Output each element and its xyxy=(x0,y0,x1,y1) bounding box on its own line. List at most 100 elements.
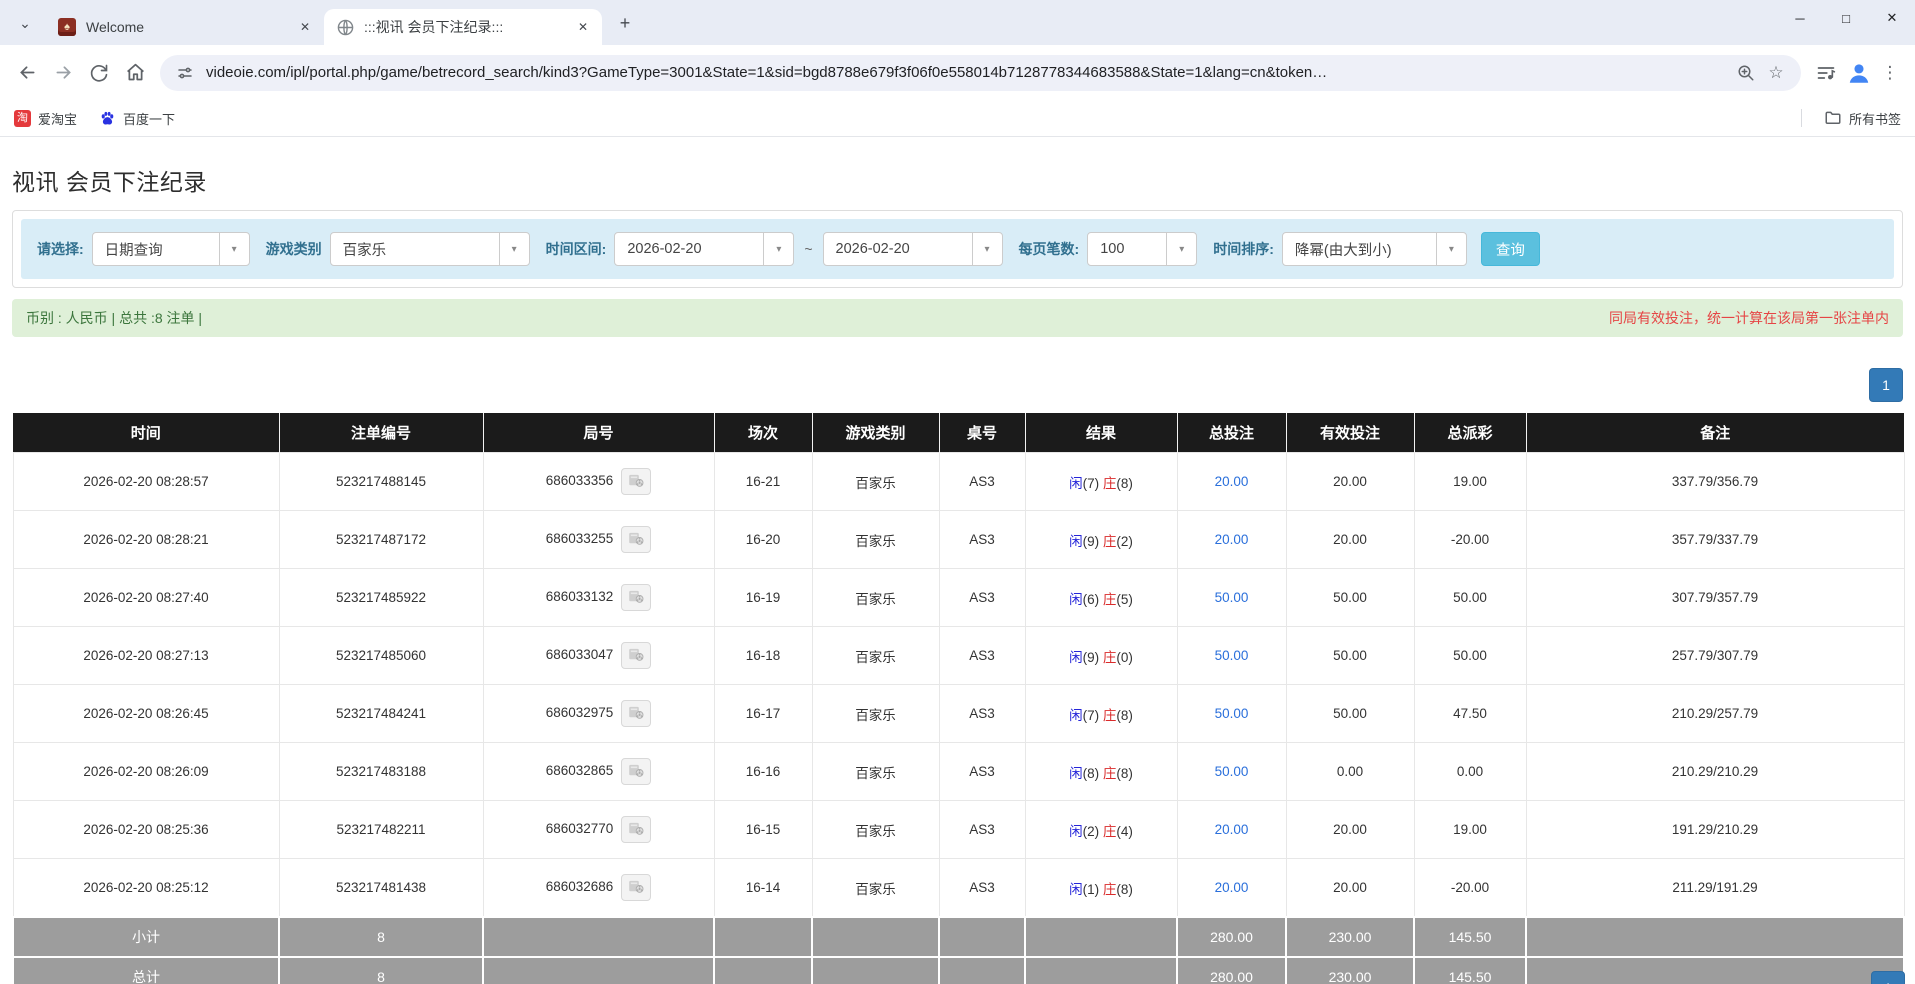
date-range-tilde: ~ xyxy=(804,241,813,257)
game-type-label: 游戏类别 xyxy=(265,241,322,257)
result-banker-score: (8) xyxy=(1116,707,1133,723)
search-button[interactable]: 查询 xyxy=(1480,232,1540,266)
bookmark-baidu[interactable]: 百度一下 xyxy=(99,109,175,128)
session-cell: 16-16 xyxy=(713,742,813,801)
pagination-top: 1 xyxy=(12,368,1903,402)
profile-avatar[interactable] xyxy=(1845,59,1873,87)
refresh-icon[interactable] xyxy=(82,56,116,90)
table-number-cell: AS3 xyxy=(938,742,1026,801)
session-cell: 16-20 xyxy=(713,510,813,569)
payout-cell: 47.50 xyxy=(1413,684,1527,743)
total-bet-link[interactable]: 20.00 xyxy=(1215,822,1249,837)
table-row: 2026-02-20 08:25:12 523217481438 686032686… xyxy=(12,858,1905,918)
video-replay-button[interactable] xyxy=(621,526,652,553)
all-bookmarks-button[interactable]: 所有书签 xyxy=(1824,109,1901,128)
tab-welcome[interactable]: ♠ Welcome ✕ xyxy=(46,9,324,45)
forward-icon[interactable] xyxy=(46,56,80,90)
session-cell: 16-21 xyxy=(713,452,813,511)
valid-bet-cell: 20.00 xyxy=(1285,510,1415,569)
table-row: 2026-02-20 08:26:45 523217484241 686032975… xyxy=(12,684,1905,743)
video-replay-button[interactable] xyxy=(621,642,652,669)
video-replay-button[interactable] xyxy=(621,758,652,785)
result-cell: 闲(9) 庄(2) xyxy=(1024,510,1178,569)
table-number-cell: AS3 xyxy=(938,510,1026,569)
video-replay-button[interactable] xyxy=(621,584,652,611)
total-bet-sum-cell: 280.00 xyxy=(1176,916,1287,958)
bookmark-star-icon[interactable]: ☆ xyxy=(1761,58,1791,88)
subtotal-row: 小计 8 280.00 230.00 145.50 xyxy=(12,916,1905,958)
date-to-select[interactable]: 2026-02-20 ▾ xyxy=(822,232,1003,266)
welcome-favicon-icon: ♠ xyxy=(58,18,76,36)
empty-cell xyxy=(938,916,1026,958)
column-header: 场次 xyxy=(714,413,813,453)
bet-records-table: 时间 注单编号 局号 场次 游戏类别 桌号 结果 总投注 有效投注 总派彩 备注 2026-02-2… xyxy=(12,413,1905,984)
round-number-cell: 686032865 xyxy=(482,742,715,801)
query-type-select[interactable]: 日期查询 ▾ xyxy=(91,232,250,266)
back-icon[interactable] xyxy=(10,56,44,90)
session-cell: 16-18 xyxy=(713,626,813,685)
home-icon[interactable] xyxy=(118,56,152,90)
date-from-select[interactable]: 2026-02-20 ▾ xyxy=(614,232,795,266)
result-player-label: 闲 xyxy=(1069,707,1083,723)
tab-betrecord[interactable]: :::视讯 会员下注纪录::: ✕ xyxy=(324,9,602,45)
bet-number-cell: 523217484241 xyxy=(278,684,484,743)
valid-bet-cell: 0.00 xyxy=(1285,742,1415,801)
video-replay-button[interactable] xyxy=(621,468,652,495)
round-number: 686033047 xyxy=(545,647,614,663)
empty-cell xyxy=(713,916,813,958)
page-1-button[interactable]: 1 xyxy=(1871,971,1905,984)
total-bet-link[interactable]: 50.00 xyxy=(1215,648,1249,663)
sort-select[interactable]: 降幂(由大到小) ▾ xyxy=(1281,232,1467,266)
result-banker-label: 庄 xyxy=(1102,649,1117,665)
tab-close-icon[interactable]: ✕ xyxy=(574,18,592,36)
result-banker-score: (8) xyxy=(1116,765,1133,781)
maximize-button[interactable]: □ xyxy=(1823,0,1869,36)
bookmark-aitaobao[interactable]: 淘 爱淘宝 xyxy=(14,109,77,128)
sort-label: 时间排序: xyxy=(1213,241,1274,257)
total-bet-link[interactable]: 20.00 xyxy=(1215,474,1249,489)
tab-search-chevron-icon[interactable]: ⌄ xyxy=(10,8,40,38)
page-1-button[interactable]: 1 xyxy=(1869,368,1903,402)
new-tab-button[interactable]: + xyxy=(610,8,640,38)
round-number-cell: 686032770 xyxy=(482,800,715,859)
menu-kebab-icon[interactable]: ⋮ xyxy=(1875,58,1905,88)
url-text[interactable]: videoie.com/ipl/portal.php/game/betrecor… xyxy=(200,64,1731,81)
site-info-icon[interactable] xyxy=(170,58,200,88)
close-window-button[interactable]: ✕ xyxy=(1869,0,1915,36)
video-replay-button[interactable] xyxy=(621,816,652,843)
bet-number-cell: 523217485922 xyxy=(278,568,484,627)
result-player-label: 闲 xyxy=(1069,649,1083,665)
result-player-score: (6) xyxy=(1082,591,1100,607)
minimize-button[interactable]: ─ xyxy=(1777,0,1823,36)
total-bet-link[interactable]: 50.00 xyxy=(1215,590,1249,605)
game-type-cell: 百家乐 xyxy=(811,858,940,918)
game-type-select[interactable]: 百家乐 ▾ xyxy=(329,232,530,266)
result-player-label: 闲 xyxy=(1069,881,1083,897)
address-bar[interactable]: videoie.com/ipl/portal.php/game/betrecor… xyxy=(160,54,1801,91)
total-bet-link[interactable]: 50.00 xyxy=(1215,706,1249,721)
column-header: 游戏类别 xyxy=(812,413,940,453)
total-bet-link[interactable]: 50.00 xyxy=(1215,764,1249,779)
bookmark-label: 爱淘宝 xyxy=(38,111,78,127)
zoom-icon[interactable] xyxy=(1731,58,1761,88)
per-page-select[interactable]: 100 ▾ xyxy=(1087,232,1198,266)
total-bet-link[interactable]: 20.00 xyxy=(1215,532,1249,547)
total-label-cell: 小计 xyxy=(12,916,280,958)
tab-close-icon[interactable]: ✕ xyxy=(296,18,314,36)
media-controls-icon[interactable] xyxy=(1809,56,1843,90)
video-replay-button[interactable] xyxy=(621,874,652,901)
tab-title: Welcome xyxy=(86,19,145,35)
chevron-down-icon: ▾ xyxy=(218,233,249,265)
game-type-cell: 百家乐 xyxy=(811,568,940,627)
video-replay-button[interactable] xyxy=(621,700,652,727)
empty-cell xyxy=(811,956,940,984)
valid-bet-cell: 50.00 xyxy=(1285,684,1415,743)
total-bet-link[interactable]: 20.00 xyxy=(1215,880,1249,895)
valid-bet-cell: 20.00 xyxy=(1285,452,1415,511)
total-bet-cell: 20.00 xyxy=(1176,800,1287,859)
bet-number-cell: 523217483188 xyxy=(278,742,484,801)
payout-cell: -20.00 xyxy=(1413,510,1527,569)
round-number-cell: 686033356 xyxy=(482,452,715,511)
round-number: 686033356 xyxy=(545,473,614,489)
round-number: 686033255 xyxy=(545,531,614,547)
